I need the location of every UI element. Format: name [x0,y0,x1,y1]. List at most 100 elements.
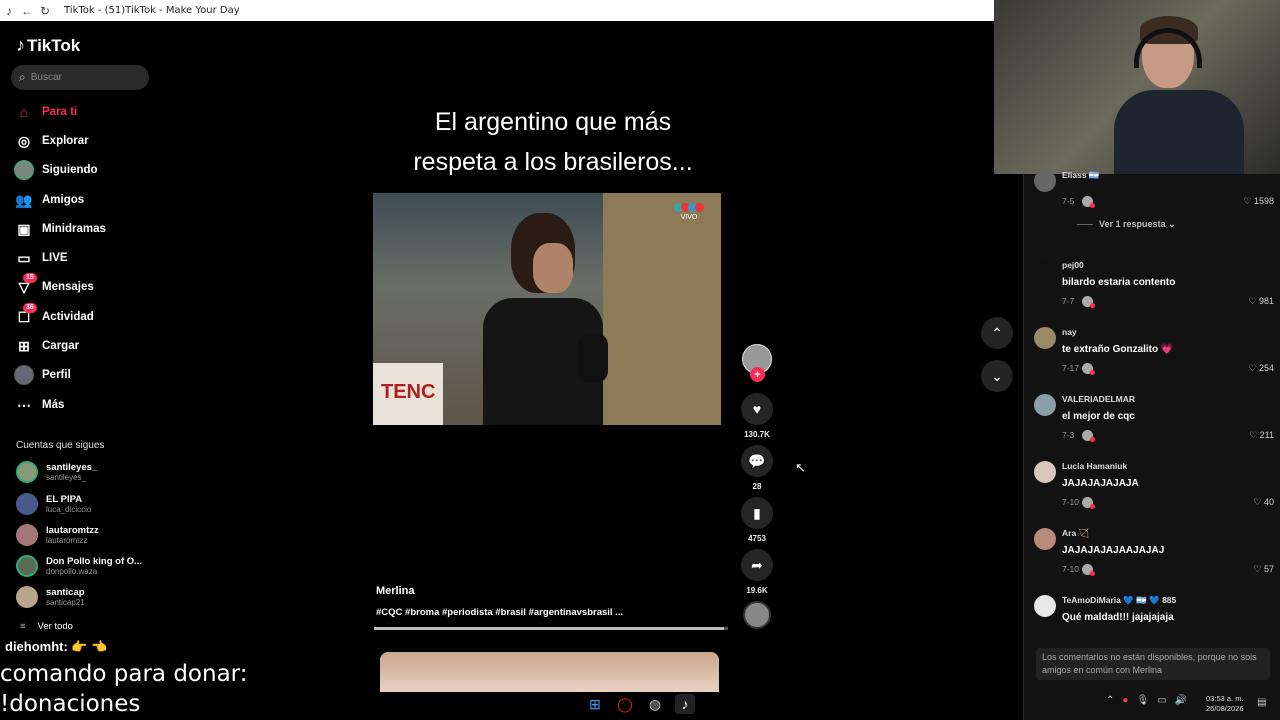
comment-username[interactable]: VALERIADELMAR [1062,394,1135,404]
system-clock[interactable]: 03:53 a. m. 26/08/2026 [1206,694,1244,714]
comment-date: 7-10 [1062,497,1080,507]
following-name: santileyes_ [46,462,98,473]
donate-overlay-line2: !donaciones [0,691,141,717]
comment-likes[interactable]: ♡ 40 [1253,497,1274,508]
nav-item-explorar[interactable]: ◎ Explorar [14,129,89,153]
channel-logo: VIVO [674,203,704,221]
avatar[interactable] [1034,260,1056,282]
tiktok-logo[interactable]: ♪ TikTok [16,35,80,56]
creator-liked-icon [1082,564,1095,576]
video-author[interactable]: Merlina [376,585,415,597]
windows-start-icon[interactable]: ⊞ [585,694,605,714]
back-icon[interactable]: ← [18,0,36,21]
following-username: donpollo.waza [46,567,98,576]
comment-username[interactable]: Eliass 🇦🇷 [1062,170,1100,181]
nav-item-siguiendo[interactable]: Siguiendo [14,158,98,182]
nav-item-minidramas[interactable]: ▣ Minidramas [14,217,106,241]
comment-text: bilardo estaria contento [1062,277,1176,288]
webcam-feed [994,0,1280,174]
antivirus-icon[interactable]: ● [1122,695,1128,706]
share-action[interactable]: ➦ 19.6K [741,549,773,595]
comment-likes[interactable]: ♡ 211 [1249,430,1274,441]
comment-username[interactable]: pej00 [1062,260,1084,270]
follow-plus-button[interactable]: + [750,367,765,382]
search-input[interactable]: ⌕ Buscar [11,65,149,90]
see-all-link[interactable]: ≡ Ver todo [20,621,73,632]
following-item[interactable]: santileyes_ santileyes_ [16,461,97,483]
avatar[interactable] [1034,394,1056,416]
comment-username[interactable]: Ara 🏹 [1062,528,1089,539]
comment-likes[interactable]: ♡ 254 [1248,363,1274,374]
next-video-preview[interactable] [380,652,719,692]
opera-icon[interactable]: ◯ [615,694,635,714]
messages-icon: ▽ 15 [14,273,37,297]
nav-label: Más [42,399,65,411]
nav-label: Amigos [42,194,85,206]
comment-username[interactable]: TeAmoDiMaria 💙 🇦🇷 💙 885 [1062,595,1176,606]
previous-video-button[interactable]: ⌃ [981,317,1013,349]
live-icon: ▭ [17,249,31,266]
logo-text: TikTok [27,35,81,55]
comments-unavailable-note: Los comentarios no están disponibles, po… [1036,648,1270,680]
avatar[interactable] [1034,528,1056,550]
notification-icon[interactable]: ▤ [1257,697,1266,708]
comment-likes[interactable]: ♡ 57 [1253,564,1274,575]
comment-username[interactable]: Lucia Hamaniuk [1062,461,1127,471]
avatar[interactable] [1034,170,1056,192]
video-progress-bar[interactable] [374,627,728,630]
avatar [16,493,38,515]
nav-item-amigos[interactable]: 👥 Amigos [14,188,84,212]
sidebar: ♪ TikTok ⌕ Buscar ⌂ Para ti ◎ Explorar S… [0,21,160,720]
video-player[interactable]: TENC VIVO [373,193,721,425]
comment-action[interactable]: 💬 28 [741,445,773,491]
nav-item-mas[interactable]: ⋯ Más [14,393,64,417]
following-item[interactable]: lautaromtzz lautaromtzz [16,524,99,546]
heart-icon[interactable]: ♥ [741,393,773,425]
activity-icon: ☐ 36 [14,303,37,327]
chevron-up-icon: ⌃ [991,324,1003,341]
nav-item-live[interactable]: ▭ LIVE [14,246,67,270]
following-item[interactable]: EL PIPA luca_diciccio [16,493,91,515]
sound-avatar[interactable] [743,601,771,629]
donate-overlay-line1: comando para donar: [0,661,248,687]
comment-likes[interactable]: ♡ 981 [1248,296,1274,307]
comment-username[interactable]: nay [1062,327,1077,337]
video-hashtags[interactable]: #CQC #broma #periodista #brasil #argenti… [376,607,623,618]
nav-item-cargar[interactable]: ⊞ Cargar [14,334,79,358]
compass-icon: ◎ [17,132,31,149]
video-banner: TENC [373,363,443,425]
tiktok-taskbar-icon[interactable]: ♪ [675,694,695,714]
nav-item-para-ti[interactable]: ⌂ Para ti [14,100,77,124]
creator-liked-icon [1082,497,1095,509]
following-item[interactable]: santicap santicap21 [16,586,85,608]
bookmark-icon[interactable]: ▮ [741,497,773,529]
avatar[interactable] [1034,327,1056,349]
see-all-label: Ver todo [37,621,73,632]
following-item[interactable]: Don Pollo king of O... donpollo.waza [16,555,142,577]
comment-icon[interactable]: 💬 [741,445,773,477]
more-icon: ⋯ [17,396,31,413]
volume-icon[interactable]: 🔊 [1175,695,1187,706]
comment-likes[interactable]: ♡ 1598 [1243,196,1274,207]
network-icon[interactable]: ▭ [1157,695,1166,706]
microphone-icon[interactable]: 🎙 [1136,695,1149,706]
home-icon: ⌂ [19,104,29,120]
comment-text: Qué maldad!!! jajajajaja [1062,612,1174,623]
reload-icon[interactable]: ↻ [36,0,54,21]
like-action[interactable]: ♥ 130.7K [741,393,773,439]
share-icon[interactable]: ➦ [741,549,773,581]
comment-text: JAJAJAJAJAAJAJAJ [1062,545,1165,556]
nav-item-perfil[interactable]: Perfil [14,363,71,387]
avatar[interactable] [1034,461,1056,483]
obs-icon[interactable]: ◍ [645,694,665,714]
nav-item-mensajes[interactable]: ▽ 15 Mensajes [14,273,94,299]
next-video-button[interactable]: ⌄ [981,360,1013,392]
save-action[interactable]: ▮ 4753 [741,497,773,543]
view-replies-link[interactable]: Ver 1 respuesta ⌄ [1077,219,1176,230]
friends-icon: 👥 [15,191,33,208]
stream-chat-line: diehomht: 👉 👈 [5,639,108,654]
chevron-up-icon[interactable]: ⌃ [1106,695,1114,706]
avatar[interactable] [1034,595,1056,617]
nav-item-actividad[interactable]: ☐ 36 Actividad [14,303,94,329]
save-count: 4753 [748,534,766,543]
